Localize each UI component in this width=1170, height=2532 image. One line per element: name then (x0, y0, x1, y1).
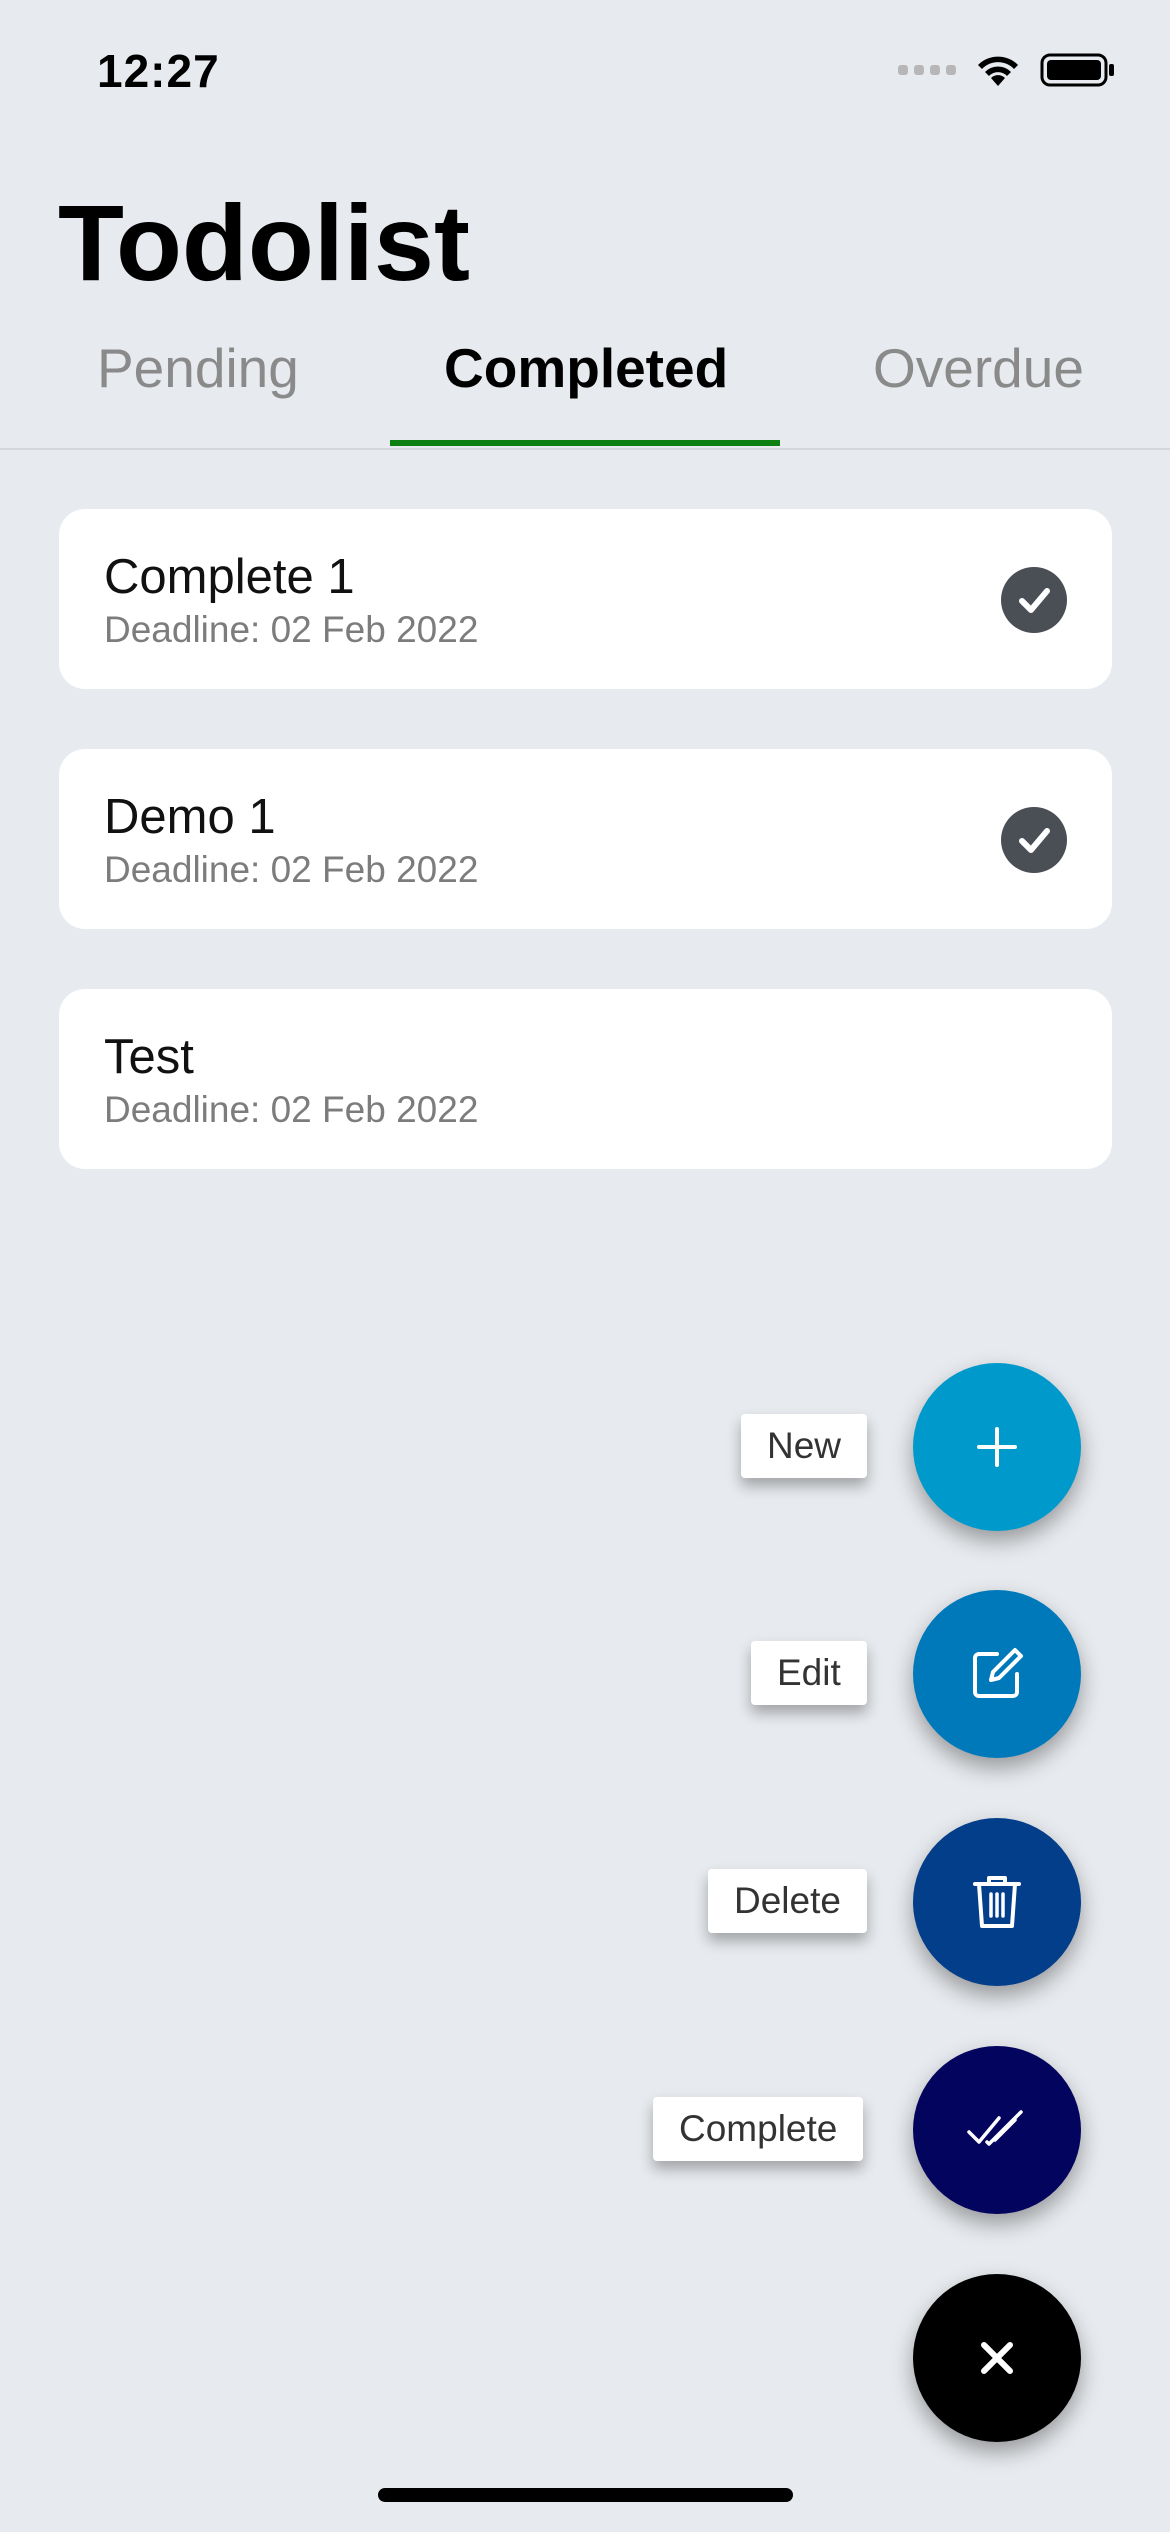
task-title: Complete 1 (104, 550, 355, 604)
task-deadline: Deadline: 02 Feb 2022 (104, 609, 479, 650)
delete-action-label[interactable]: Delete (708, 1869, 867, 1933)
new-action-label[interactable]: New (741, 1414, 868, 1478)
task-deadline: Deadline: 02 Feb 2022 (104, 1089, 479, 1130)
task-card[interactable]: Test Deadline: 02 Feb 2022 (59, 989, 1112, 1169)
task-title: Test (104, 1030, 194, 1084)
page-title: Todolist (58, 182, 470, 303)
task-deadline: Deadline: 02 Feb 2022 (104, 849, 479, 890)
status-time: 12:27 (97, 45, 220, 97)
battery-icon (1040, 53, 1114, 87)
complete-action-label[interactable]: Complete (653, 2097, 864, 2161)
plus-icon (977, 1427, 1017, 1467)
edit-action-label[interactable]: Edit (751, 1641, 867, 1705)
check-circle-icon (1001, 807, 1067, 873)
home-indicator (378, 2488, 793, 2502)
complete-button[interactable] (913, 2046, 1081, 2214)
delete-button[interactable] (913, 1818, 1081, 1986)
double-check-icon (967, 2110, 1023, 2146)
todolist-screen: 12:27 Todolist Pending Completed Overdue… (0, 0, 1170, 2532)
task-card[interactable]: Complete 1 Deadline: 02 Feb 2022 (59, 509, 1112, 689)
tab-completed[interactable]: Completed (444, 336, 728, 400)
close-fab-button[interactable] (913, 2274, 1081, 2442)
status-icons (898, 52, 1116, 88)
edit-button[interactable] (913, 1590, 1081, 1758)
task-card[interactable]: Demo 1 Deadline: 02 Feb 2022 (59, 749, 1112, 929)
tab-overdue[interactable]: Overdue (873, 336, 1084, 400)
cellular-signal-icon (898, 65, 956, 75)
new-button[interactable] (913, 1363, 1081, 1531)
tab-pending[interactable]: Pending (97, 336, 299, 400)
check-circle-icon (1001, 567, 1067, 633)
active-tab-indicator (390, 440, 780, 446)
close-icon (981, 2342, 1013, 2374)
edit-icon (973, 1648, 1023, 1698)
task-title: Demo 1 (104, 790, 276, 844)
tab-bar: Pending Completed Overdue (0, 316, 1170, 450)
wifi-icon (978, 56, 1018, 86)
trash-icon (973, 1876, 1021, 1928)
